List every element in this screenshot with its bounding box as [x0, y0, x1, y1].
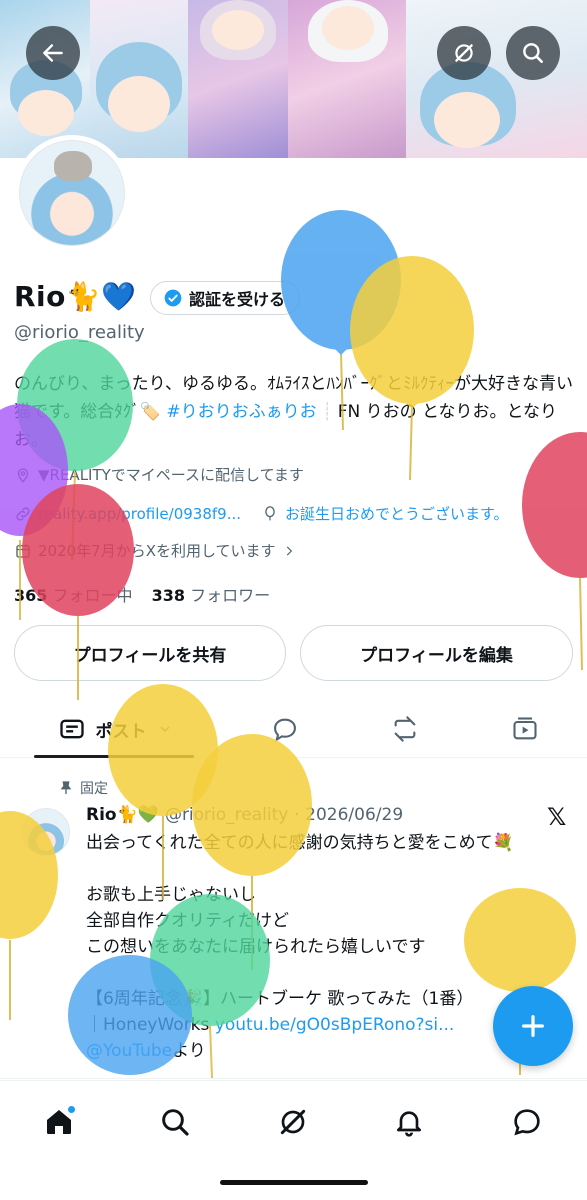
nav-home[interactable]: [34, 1097, 84, 1147]
followers-label: フォロワー: [190, 586, 271, 605]
nav-search[interactable]: [150, 1097, 200, 1147]
location-pin-icon: [17, 467, 29, 483]
location-text: ▼REALITYでマイペースに配信してます: [38, 466, 304, 484]
post-divider: [0, 1078, 587, 1079]
compose-button[interactable]: [493, 986, 573, 1066]
chat-icon: [514, 1109, 540, 1136]
balloon-icon: [265, 505, 275, 520]
post-header: Rio🐈💚 @riorio_reality · 2026/06/29: [86, 805, 403, 825]
followers-link[interactable]: 338 フォロワー: [152, 586, 271, 605]
avatar-cat-art: [54, 151, 92, 181]
chevron-right-icon: [286, 546, 292, 555]
post-author-name[interactable]: Rio🐈💚: [86, 805, 159, 825]
post-text: 出会ってくれた全ての人に感謝の気持ちと愛をこめて💐 お歌も上手じゃないし 全部自…: [86, 833, 514, 1035]
pinned-label: 固定: [80, 781, 108, 797]
following-link[interactable]: 365 フォロー中: [14, 586, 133, 605]
nav-notifications[interactable]: [384, 1097, 434, 1147]
pinned-indicator: 固定: [58, 778, 108, 798]
plus-icon: [522, 1015, 544, 1037]
banner-art-face: [18, 90, 74, 136]
tab-replies[interactable]: [260, 700, 310, 758]
followers-count: 338: [151, 586, 186, 605]
post-mention[interactable]: @YouTube: [86, 1041, 172, 1061]
x-logo-icon[interactable]: 𝕏: [547, 803, 566, 831]
joined-text: 2020年7月からXを利用しています: [38, 542, 276, 560]
tab-posts-label: ポスト: [95, 721, 147, 742]
profile-name: Rio🐈💙: [14, 280, 137, 313]
get-verified-button[interactable]: 認証を受ける: [150, 281, 301, 315]
edit-profile-button[interactable]: プロフィールを編集: [300, 625, 573, 681]
profile-links-row: reality.app/profile/0938f9... お誕生日おめでとうご…: [14, 503, 509, 524]
arrow-left-icon: [43, 44, 63, 62]
bio-hashtag[interactable]: #りおりおふぁりお: [166, 402, 316, 422]
video-icon: [513, 717, 537, 740]
home-indicator: [220, 1180, 368, 1185]
banner-art-face: [108, 76, 170, 132]
banner-panel: [406, 0, 587, 158]
banner-panel: [288, 0, 406, 158]
banner-panel: [188, 0, 288, 158]
link-icon: [16, 506, 30, 521]
bio-separator: ┊: [322, 402, 333, 422]
nav-grok[interactable]: [268, 1097, 318, 1147]
reply-icon: [274, 718, 296, 742]
grok-button[interactable]: [437, 26, 491, 80]
nav-messages[interactable]: [502, 1097, 552, 1147]
post-text-end: より: [172, 1041, 206, 1061]
grok-icon: [455, 44, 473, 62]
chevron-down-icon: [160, 726, 169, 732]
search-icon: [523, 43, 543, 63]
post-date: · 2026/06/29: [294, 805, 404, 825]
post-link[interactable]: youtu.be/gO0sBpERono?si...: [215, 1015, 455, 1035]
profile-tabs: ポスト: [0, 700, 587, 758]
profile-handle: @riorio_reality: [14, 322, 145, 343]
birthday-text[interactable]: お誕生日おめでとうございます。: [285, 503, 509, 524]
grok-icon: [280, 1109, 306, 1135]
banner-panel: [90, 0, 188, 158]
banner-art-face: [434, 92, 500, 148]
post-avatar[interactable]: [22, 808, 70, 856]
following-count: 365: [14, 586, 48, 605]
get-verified-label: 認証を受ける: [189, 290, 286, 309]
bell-icon: [397, 1111, 421, 1137]
banner-art-face: [212, 10, 264, 50]
banner-art-face: [322, 6, 374, 50]
avatar-image: [19, 140, 125, 246]
repost-icon: [394, 716, 416, 742]
tab-reposts[interactable]: [380, 700, 430, 758]
search-icon: [162, 1109, 189, 1136]
back-button[interactable]: [26, 26, 80, 80]
following-label: フォロー中: [52, 586, 133, 605]
follow-stats: 365 フォロー中 338 フォロワー: [14, 582, 270, 606]
search-button[interactable]: [506, 26, 560, 80]
verified-badge-icon: [164, 289, 182, 307]
calendar-icon: [16, 543, 30, 558]
profile-avatar[interactable]: [14, 135, 130, 251]
notification-dot: [67, 1105, 76, 1114]
tab-media[interactable]: [500, 700, 550, 758]
profile-bio: のんびり、まったり、ゆるゆる。ｵﾑﾗｲｽとﾊﾝﾊﾞｰｸﾞとﾐﾙｸﾃｨｰが大好きな…: [14, 370, 574, 454]
profile-banner[interactable]: [0, 0, 587, 158]
post-author-handle[interactable]: @riorio_reality: [165, 805, 288, 825]
profile-joined[interactable]: 2020年7月からXを利用しています: [14, 540, 296, 561]
share-profile-button[interactable]: プロフィールを共有: [14, 625, 286, 681]
posts-tab-icon: [59, 719, 84, 739]
pin-icon: [60, 781, 72, 794]
tab-posts[interactable]: ポスト: [40, 700, 190, 758]
active-tab-indicator: [34, 755, 194, 758]
profile-location: ▼REALITYでマイペースに配信してます: [14, 464, 304, 485]
website-link[interactable]: reality.app/profile/0938f9...: [38, 505, 241, 523]
